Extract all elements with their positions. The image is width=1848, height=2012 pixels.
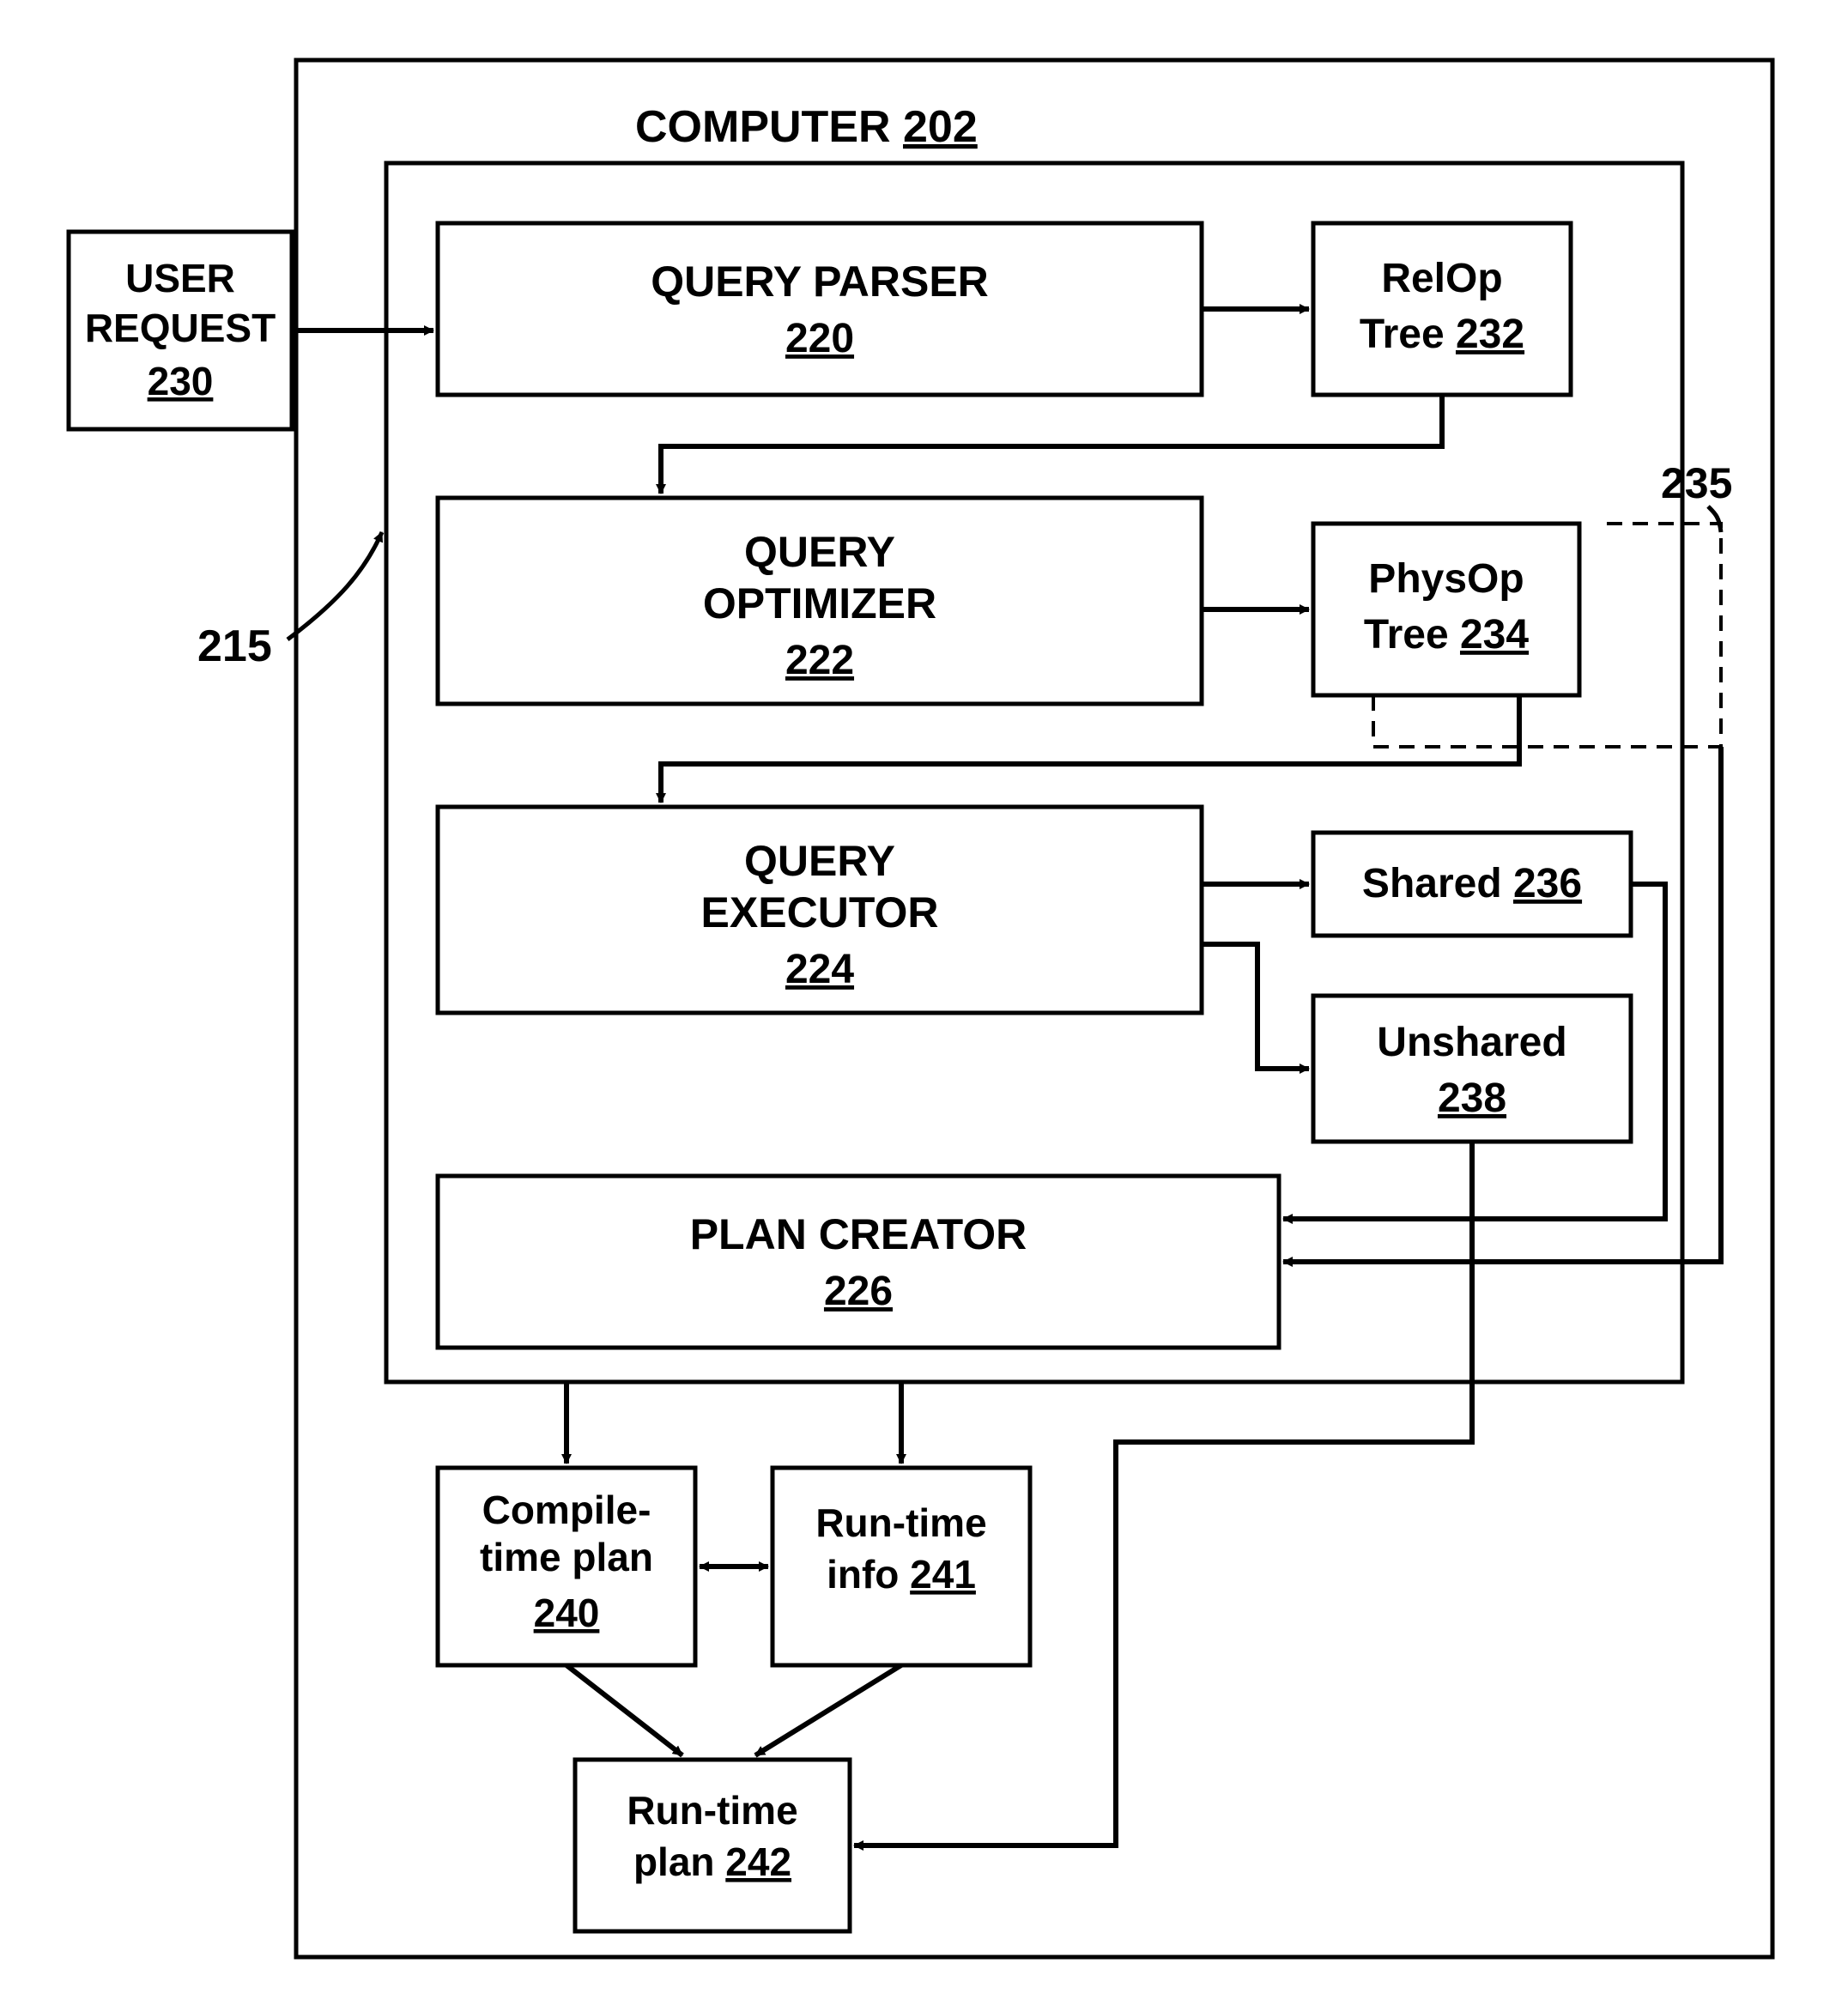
svg-text:QUERY: QUERY [744,528,895,576]
svg-text:Tree 234: Tree 234 [1364,612,1529,658]
svg-text:Shared 236: Shared 236 [1362,861,1582,906]
svg-text:time plan: time plan [480,1535,653,1579]
run-time-info-box: Run-time info 241 [773,1468,1030,1665]
compile-time-plan-box: Compile- time plan 240 [438,1468,695,1665]
svg-text:EXECUTOR: EXECUTOR [701,888,939,936]
svg-text:RelOp: RelOp [1381,256,1502,301]
svg-text:PLAN CREATOR: PLAN CREATOR [690,1210,1027,1258]
plan-creator-box: PLAN CREATOR 226 [438,1176,1279,1348]
svg-text:238: 238 [1438,1076,1506,1121]
svg-text:222: 222 [785,638,854,683]
shared-box: Shared 236 [1313,833,1631,936]
physop-tree-box: PhysOp Tree 234 [1313,524,1579,695]
svg-text:Compile-: Compile- [482,1488,651,1532]
query-executor-box: QUERY EXECUTOR 224 [438,807,1202,1013]
svg-text:Unshared: Unshared [1377,1020,1566,1065]
svg-text:PhysOp: PhysOp [1368,556,1524,602]
diagram-canvas: COMPUTER 202 USER REQUEST 230 215 QUERY … [0,0,1848,2012]
svg-text:224: 224 [785,947,854,992]
svg-text:220: 220 [785,316,854,361]
ref-215: 215 [197,621,272,671]
svg-text:Run-time: Run-time [627,1788,797,1833]
svg-text:240: 240 [534,1591,600,1635]
svg-text:USER: USER [125,256,235,300]
svg-text:226: 226 [824,1269,893,1314]
svg-text:REQUEST: REQUEST [85,306,276,350]
query-parser-box: QUERY PARSER 220 [438,223,1202,395]
svg-text:QUERY PARSER: QUERY PARSER [651,258,989,306]
user-request-box: USER REQUEST 230 [69,232,292,429]
svg-text:plan 242: plan 242 [633,1839,791,1884]
svg-text:info 241: info 241 [827,1552,976,1597]
computer-label: COMPUTER 202 [635,102,978,152]
svg-text:Run-time: Run-time [815,1500,986,1545]
run-time-plan-box: Run-time plan 242 [575,1760,850,1931]
unshared-box: Unshared 238 [1313,996,1631,1142]
svg-text:OPTIMIZER: OPTIMIZER [703,579,936,627]
svg-text:QUERY: QUERY [744,837,895,885]
relop-tree-box: RelOp Tree 232 [1313,223,1571,395]
ref-235: 235 [1661,459,1732,507]
svg-text:Tree 232: Tree 232 [1360,312,1524,357]
svg-text:230: 230 [148,359,214,403]
query-optimizer-box: QUERY OPTIMIZER 222 [438,498,1202,704]
